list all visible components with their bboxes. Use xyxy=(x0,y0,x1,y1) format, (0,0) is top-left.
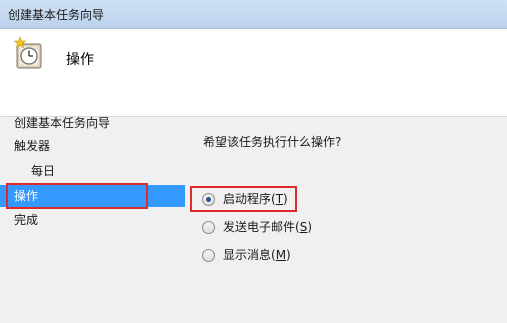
radio-show-message[interactable] xyxy=(202,248,215,262)
action-question: 希望该任务执行什么操作? xyxy=(203,135,342,149)
option-show-message-label: 显示消息(M) xyxy=(223,248,291,262)
title-bar: 创建基本任务向导 xyxy=(0,0,507,29)
option-send-email[interactable]: 发送电子邮件(S) xyxy=(202,218,312,236)
window-title: 创建基本任务向导 xyxy=(8,8,105,22)
sidebar-highlight-box xyxy=(6,183,148,209)
option-show-message[interactable]: 显示消息(M) xyxy=(202,246,291,264)
radio-send-email[interactable] xyxy=(202,220,215,234)
option-send-email-label: 发送电子邮件(S) xyxy=(223,220,312,234)
option-highlight-box xyxy=(190,186,297,212)
wizard-content: 创建基本任务向导 触发器 每日 操作 完成 希望该任务执行什么操作? 启动程序(… xyxy=(0,116,507,323)
sidebar-item-trigger[interactable]: 触发器 xyxy=(0,135,50,157)
clock-icon xyxy=(13,36,44,71)
wizard-header: 操作 xyxy=(0,29,507,117)
sidebar-item-create-basic-task[interactable]: 创建基本任务向导 xyxy=(0,112,110,134)
sidebar-item-finish[interactable]: 完成 xyxy=(0,209,38,231)
page-title: 操作 xyxy=(66,52,94,68)
sidebar-item-daily[interactable]: 每日 xyxy=(0,160,55,182)
